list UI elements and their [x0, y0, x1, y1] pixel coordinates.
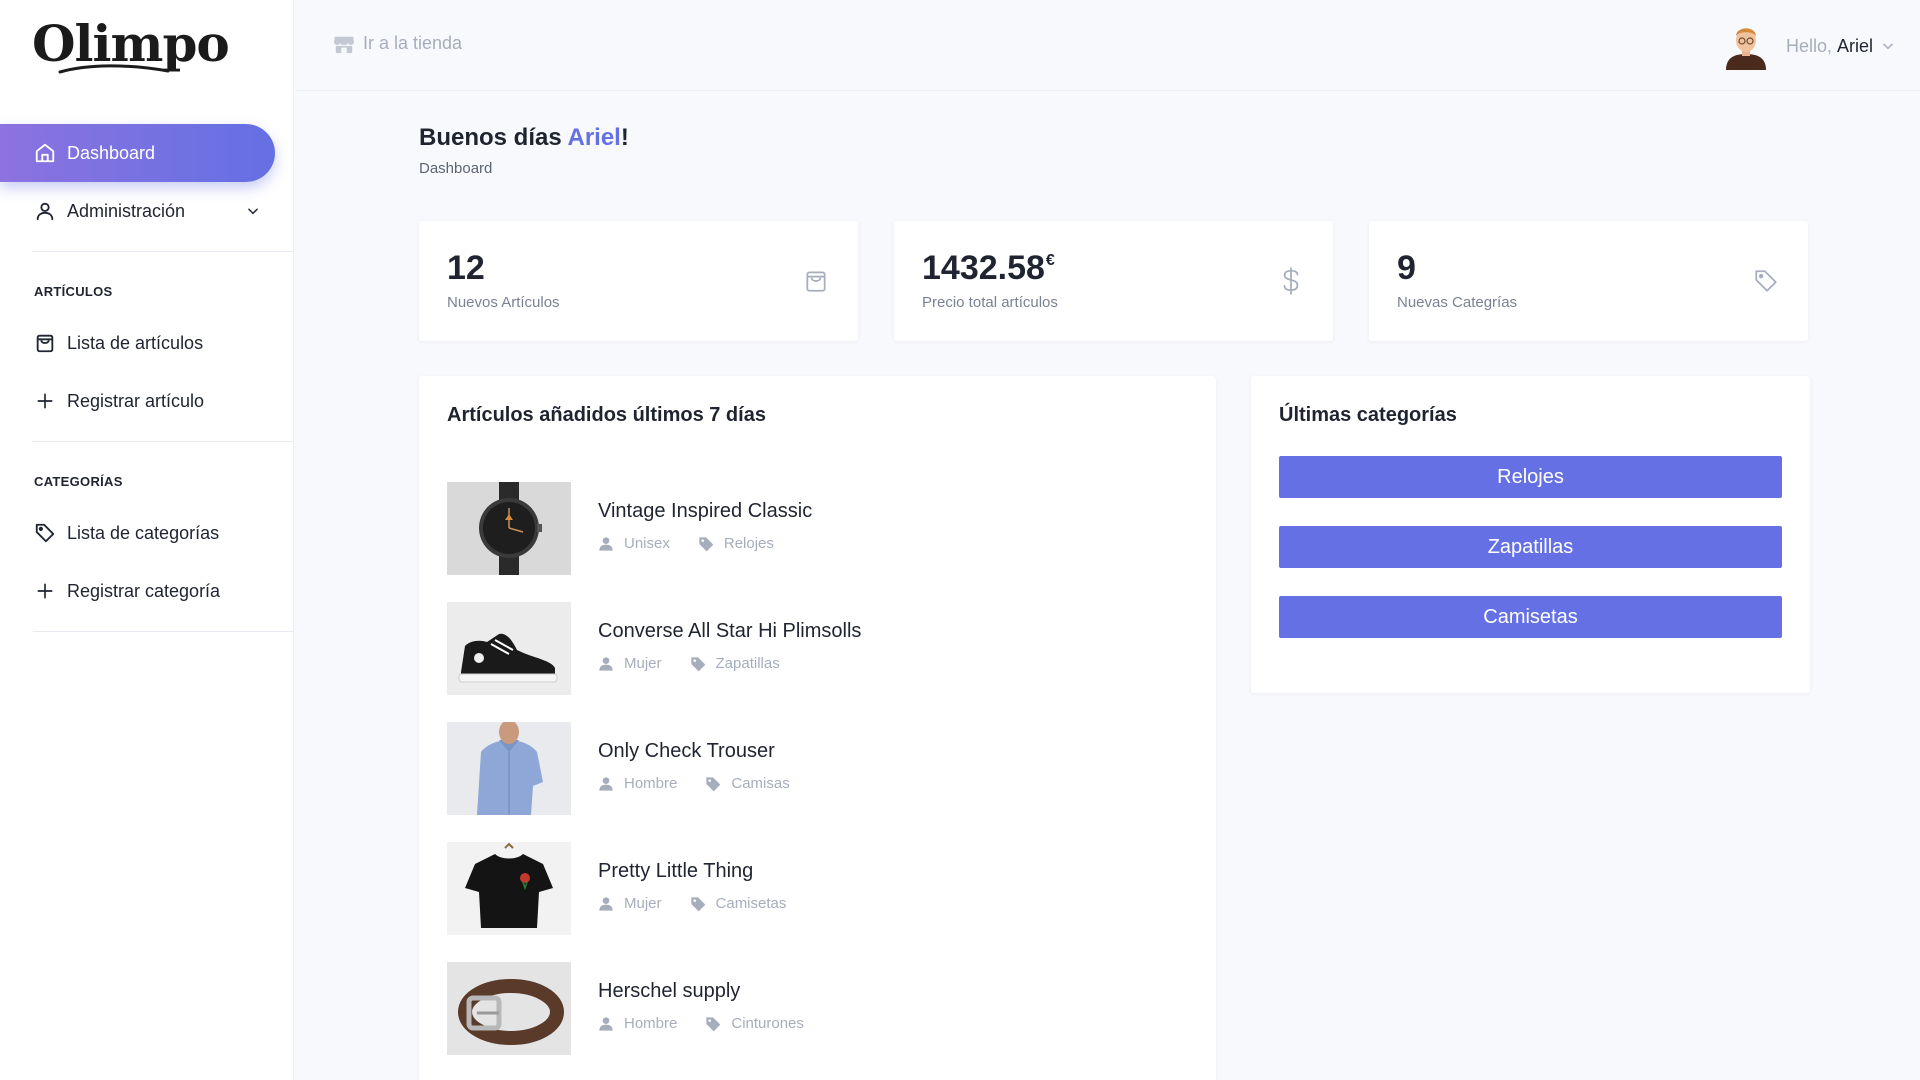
store-icon [333, 34, 355, 54]
user-name: Ariel [1836, 35, 1873, 56]
greeting-text: Buenos días [419, 124, 562, 151]
shopping-bag-icon [802, 267, 830, 295]
store-link-label: Ir a la tienda [363, 33, 463, 53]
sidebar: Olimpo Dashboard Administración ARTÍCULO… [0, 0, 294, 1080]
chevron-down-icon [1881, 39, 1895, 53]
sidebar-item-label: Dashboard [67, 142, 156, 163]
tag-icon [690, 896, 706, 912]
product-thumbnail [447, 842, 571, 935]
logo-swash-icon [58, 64, 170, 74]
stat-value: 9 [1397, 249, 1416, 287]
list-item[interactable]: Vintage Inspired Classic Unisex Relojes [447, 482, 1147, 575]
panel-title: Últimas categorías [1279, 404, 1457, 426]
article-name[interactable]: Only Check Trouser [598, 740, 775, 763]
user-menu[interactable]: Hello, Ariel [1724, 22, 1920, 70]
list-item[interactable]: Pretty Little Thing Mujer Camisetas [447, 842, 1147, 935]
stat-card-categories: 9 Nuevas Categrías [1369, 221, 1808, 341]
sidebar-item-dashboard[interactable]: Dashboard [0, 124, 275, 182]
plus-icon [33, 579, 57, 603]
sidebar-item-label: Registrar categoría [67, 580, 221, 601]
stat-value: 1432.58€ [922, 249, 1055, 287]
article-meta: Mujer Camisetas [598, 895, 786, 912]
article-gender: Mujer [624, 655, 662, 672]
article-gender: Hombre [624, 775, 678, 792]
sidebar-item-lista-articulos[interactable]: Lista de artículos [0, 314, 275, 372]
sidebar-item-registrar-articulo[interactable]: Registrar artículo [0, 372, 275, 430]
category-button-zapatillas[interactable]: Zapatillas [1279, 526, 1782, 568]
article-category: Zapatillas [715, 655, 780, 672]
sidebar-item-administracion[interactable]: Administración [0, 182, 275, 240]
user-icon [33, 199, 57, 223]
user-icon [598, 776, 614, 792]
article-meta: Hombre Camisas [598, 775, 790, 792]
greeting-suffix: ! [620, 124, 629, 151]
sidebar-divider [33, 441, 294, 442]
list-item[interactable]: Converse All Star Hi Plimsolls Mujer Zap… [447, 602, 1147, 695]
user-icon [598, 896, 614, 912]
user-icon [598, 656, 614, 672]
latest-categories-panel: Últimas categorías Relojes Zapatillas Ca… [1251, 376, 1810, 693]
stat-label: Precio total artículos [922, 294, 1058, 311]
tag-icon [705, 1016, 721, 1032]
tag-icon [1752, 267, 1780, 295]
home-icon [33, 141, 57, 165]
section-label-articulos: ARTÍCULOS [34, 284, 113, 299]
list-item[interactable]: Herschel supply Hombre Cinturones [447, 962, 1147, 1055]
article-name[interactable]: Herschel supply [598, 980, 740, 1003]
sidebar-item-label: Lista de artículos [67, 332, 204, 353]
article-gender: Unisex [624, 535, 670, 552]
user-greeting: Hello, [1785, 35, 1832, 56]
section-label-categorias: CATEGORÍAS [34, 474, 123, 489]
sidebar-item-lista-categorias[interactable]: Lista de categorías [0, 504, 275, 562]
tag-icon [33, 521, 57, 545]
panel-title: Artículos añadidos últimos 7 días [447, 404, 766, 426]
sidebar-item-label: Registrar artículo [67, 390, 205, 411]
sidebar-divider [33, 251, 294, 252]
product-thumbnail [447, 602, 571, 695]
dollar-icon [1277, 267, 1305, 295]
article-meta: Hombre Cinturones [598, 1015, 804, 1032]
store-link[interactable]: Ir a la tienda [333, 33, 462, 54]
product-thumbnail [447, 722, 571, 815]
article-gender: Mujer [624, 895, 662, 912]
tag-icon [690, 656, 706, 672]
sidebar-item-registrar-categoria[interactable]: Registrar categoría [0, 562, 275, 620]
page-title: Buenos días Ariel! [419, 124, 629, 152]
article-name[interactable]: Vintage Inspired Classic [598, 500, 812, 523]
stat-label: Nuevas Categrías [1397, 294, 1518, 311]
article-name[interactable]: Pretty Little Thing [598, 860, 753, 883]
article-category: Relojes [723, 535, 774, 552]
stat-card-total-price: 1432.58€ Precio total artículos [894, 221, 1333, 341]
sidebar-item-label: Lista de categorías [67, 522, 220, 543]
category-button-camisetas[interactable]: Camisetas [1279, 596, 1782, 638]
avatar [1725, 28, 1766, 70]
tag-icon [705, 776, 721, 792]
article-meta: Mujer Zapatillas [598, 655, 780, 672]
list-item[interactable]: Only Check Trouser Hombre Camisas [447, 722, 1147, 815]
article-gender: Hombre [624, 1015, 678, 1032]
article-name[interactable]: Converse All Star Hi Plimsolls [598, 620, 861, 643]
chevron-down-icon [246, 202, 260, 223]
product-thumbnail [447, 482, 571, 575]
article-meta: Unisex Relojes [598, 535, 774, 552]
article-category: Camisas [731, 775, 790, 792]
breadcrumb: Dashboard [419, 160, 493, 177]
user-icon [598, 536, 614, 552]
product-thumbnail [447, 962, 571, 1055]
stat-value: 12 [447, 249, 485, 287]
stat-label: Nuevos Artículos [447, 294, 560, 311]
article-category: Camisetas [715, 895, 787, 912]
topbar: Ir a la tienda Hello, Ariel [295, 0, 1920, 91]
sidebar-divider [33, 631, 294, 632]
category-button-relojes[interactable]: Relojes [1279, 456, 1782, 498]
plus-icon [33, 389, 57, 413]
user-icon [598, 1016, 614, 1032]
tag-icon [698, 536, 714, 552]
shopping-bag-icon [33, 331, 57, 355]
recent-articles-panel: Artículos añadidos últimos 7 días Vintag… [419, 376, 1216, 1080]
sidebar-item-label: Administración [67, 200, 186, 221]
stat-card-articles: 12 Nuevos Artículos [419, 221, 858, 341]
greeting-name: Ariel [567, 124, 621, 151]
article-category: Cinturones [731, 1015, 804, 1032]
